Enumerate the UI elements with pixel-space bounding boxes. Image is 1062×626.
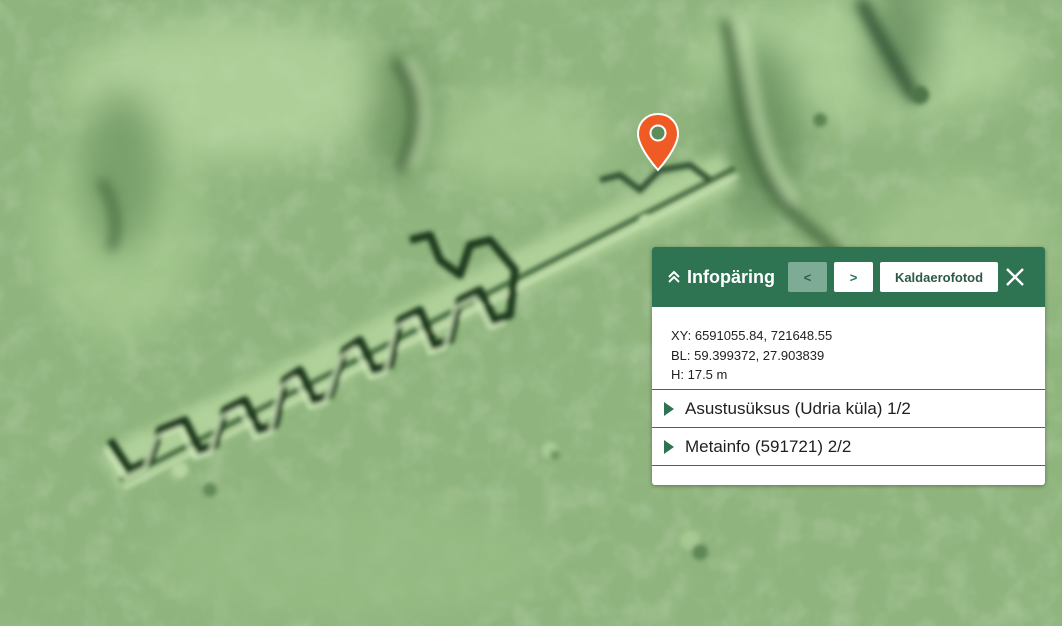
section-metainfo[interactable]: Metainfo (591721) 2/2: [652, 428, 1045, 466]
expand-triangle-icon: [664, 401, 674, 416]
info-query-panel: Infopäring < > Kaldaerofotod XY: 6591055…: [652, 247, 1045, 485]
panel-header: Infopäring < > Kaldaerofotod: [652, 247, 1045, 307]
oblique-photos-button[interactable]: Kaldaerofotod: [880, 262, 998, 292]
panel-title: Infopäring: [687, 266, 775, 287]
location-marker[interactable]: [636, 112, 680, 172]
section-label: Asustusüksus (Udria küla) 1/2: [685, 398, 911, 418]
map-pin-icon: [636, 112, 680, 172]
next-button[interactable]: >: [834, 262, 873, 292]
bl-coordinates: BL: 59.399372, 27.903839: [671, 347, 825, 363]
close-icon[interactable]: [1005, 267, 1025, 287]
section-settlement-unit[interactable]: Asustusüksus (Udria küla) 1/2: [652, 390, 1045, 428]
double-chevron-up-icon[interactable]: [666, 269, 682, 285]
xy-coordinates: XY: 6591055.84, 721648.55: [671, 328, 833, 343]
height-value: H: 17.5 m: [671, 367, 728, 382]
expand-triangle-icon: [664, 439, 674, 454]
section-label: Metainfo (591721) 2/2: [685, 436, 852, 456]
coordinates-block: XY: 6591055.84, 721648.55 BL: 59.399372,…: [652, 307, 1045, 390]
previous-button[interactable]: <: [788, 262, 827, 292]
